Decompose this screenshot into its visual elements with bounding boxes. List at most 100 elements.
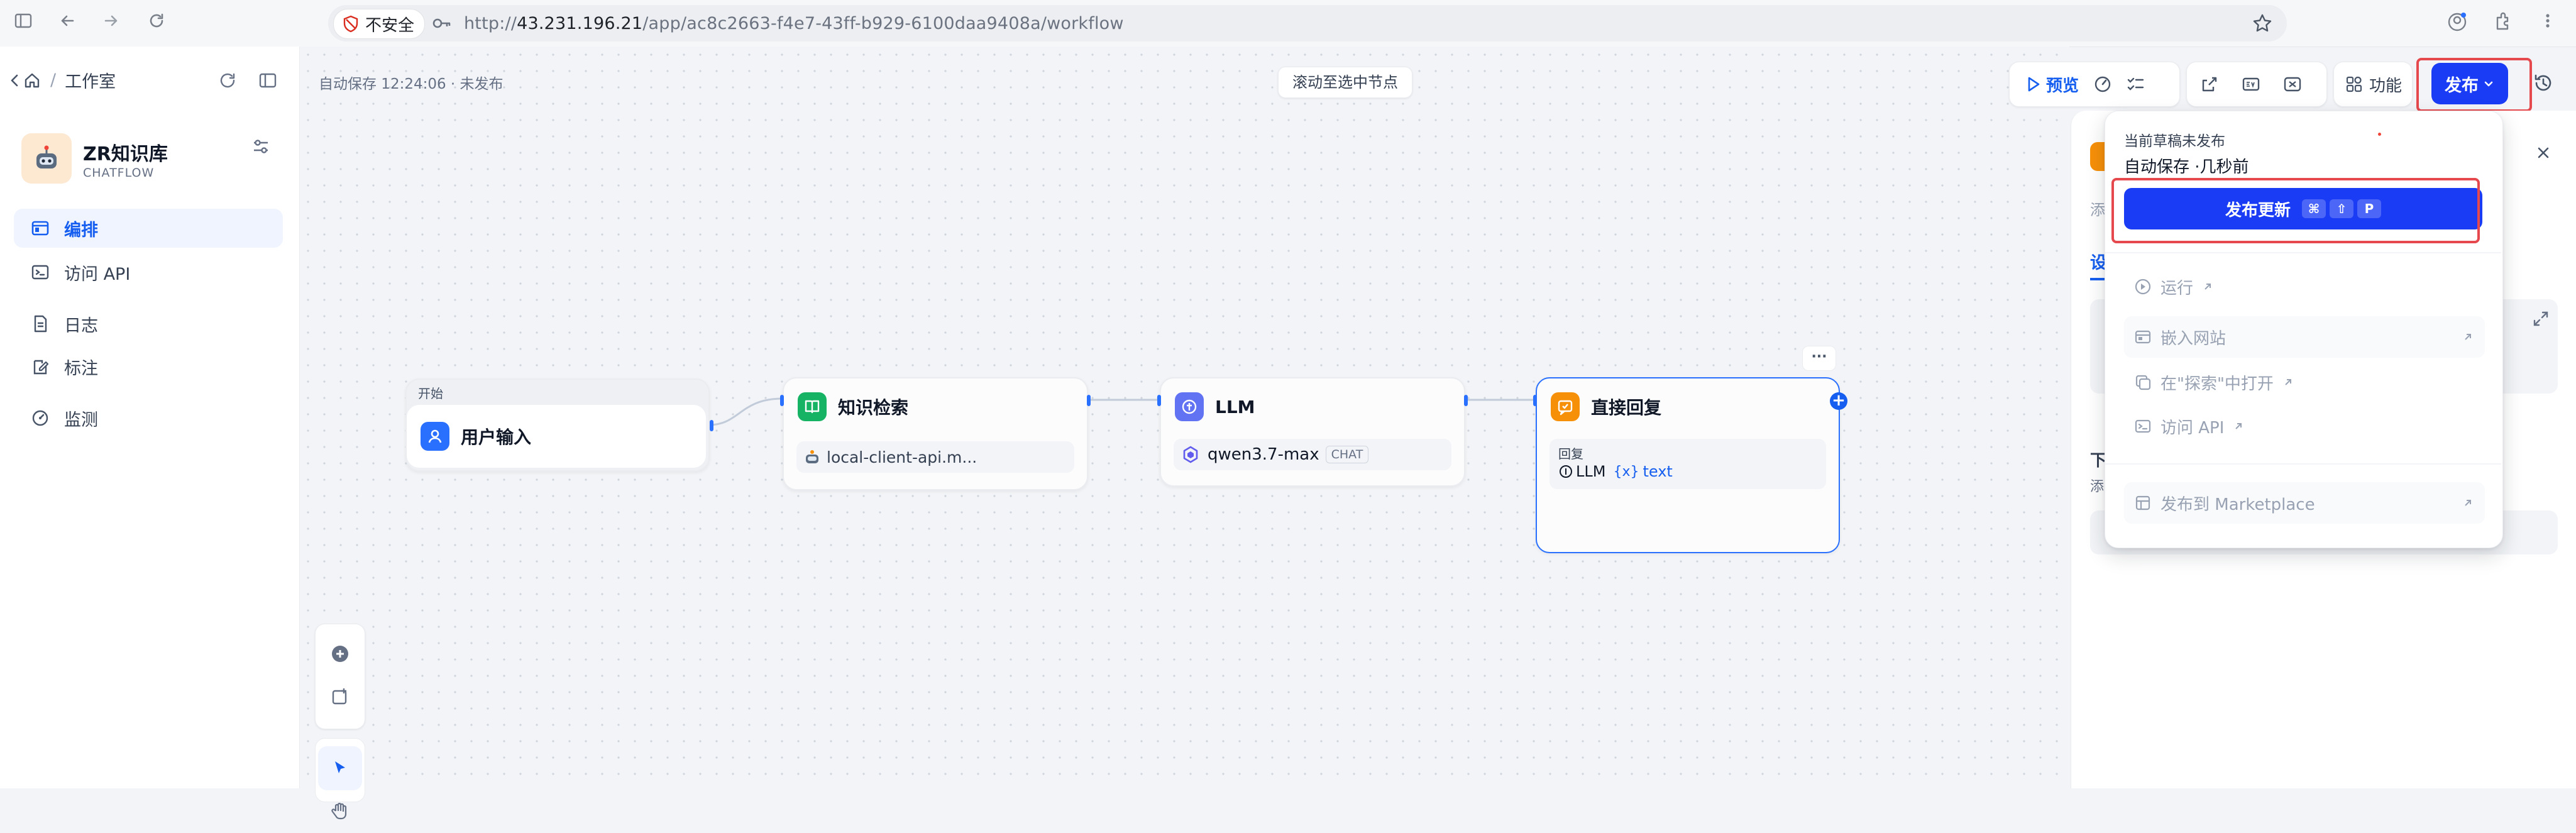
llm-output-handle[interactable]: [1464, 395, 1468, 406]
preview-toolbar-group: 预览: [2009, 62, 2180, 107]
breadcrumb-studio[interactable]: 工作室: [65, 68, 116, 92]
answer-variable-chip[interactable]: LLM {x} text: [1558, 463, 1673, 480]
pointer-mode-icon[interactable]: [318, 746, 362, 790]
knowledge-retrieval-node[interactable]: 知识检索 local-client-api.m...: [780, 377, 1091, 490]
workflow-canvas[interactable]: 自动保存 12:24:06 · 未发布 滚动至选中节点 开始 用户输入 知识检索: [300, 47, 2069, 820]
answer-node-header: 直接回复: [1551, 392, 1661, 421]
forward-arrow-icon[interactable]: [99, 11, 123, 35]
close-panel-icon[interactable]: [2534, 143, 2553, 165]
answer-field[interactable]: 回复 LLM {x} text: [1549, 439, 1826, 489]
sidebar-item-annotations[interactable]: 标注: [14, 347, 283, 386]
features-grid-icon: [2345, 75, 2363, 93]
knowledge-node-title: 知识检索: [838, 397, 909, 418]
sidebar-item-logs[interactable]: 日志: [14, 304, 283, 343]
sidebar-item-label: 监测: [64, 410, 98, 430]
insecure-badge[interactable]: 不安全: [333, 9, 426, 39]
chevron-left-icon[interactable]: [9, 72, 21, 89]
llm-input-handle[interactable]: [1157, 395, 1161, 406]
start-node[interactable]: 开始 用户输入: [405, 378, 713, 472]
autosave-info: 自动保存 ·几秒前: [2124, 158, 2249, 177]
features-button[interactable]: 功能: [2345, 73, 2402, 96]
home-icon[interactable]: [23, 71, 41, 90]
history-icon[interactable]: [2532, 72, 2555, 97]
answer-input-handle[interactable]: [1533, 395, 1537, 406]
node-more-button[interactable]: ···: [1802, 346, 1836, 371]
external-arrow-icon: [2202, 281, 2213, 292]
llm-model-row[interactable]: qwen3.7-max CHAT: [1174, 439, 1451, 470]
llm-node-header: LLM: [1175, 392, 1255, 421]
menu-divider: [2105, 252, 2501, 253]
llm-model-badge: CHAT: [1325, 446, 1369, 463]
add-note-icon[interactable]: [318, 675, 362, 719]
sidebar-item-label: 编排: [64, 220, 98, 240]
app-sidebar: / 工作室 ZR知识库 CHATFLOW 编排 访问 API 日志 标注 监测: [0, 47, 300, 788]
env-toolbar-group: [2186, 62, 2327, 107]
app-settings-icon[interactable]: [250, 136, 272, 160]
robot-icon: [804, 449, 820, 465]
menu-explore-label: 在"探索"中打开: [2160, 374, 2274, 394]
external-arrow-icon: [2462, 497, 2474, 509]
llm-model-name: qwen3.7-max: [1208, 445, 1319, 464]
back-arrow-icon[interactable]: [55, 11, 79, 35]
conversation-variables-icon[interactable]: [2282, 74, 2303, 94]
direct-answer-node[interactable]: 直接回复 回复 LLM {x} text +: [1533, 377, 1847, 553]
app-avatar: [21, 133, 72, 184]
checklist-gauge-icon[interactable]: [2093, 74, 2113, 94]
url-text[interactable]: http://43.231.196.21/app/ac8c2663-f4e7-4…: [464, 14, 1124, 33]
url-prefix: http://: [464, 14, 517, 33]
document-icon: [30, 314, 50, 334]
sidebar-item-monitoring[interactable]: 监测: [14, 399, 283, 438]
status-dot: [2378, 133, 2381, 136]
hand-mode-icon[interactable]: [318, 789, 362, 833]
book-icon: [798, 392, 827, 421]
answer-var-source: LLM: [1576, 463, 1606, 480]
address-bar[interactable]: 不安全 http://43.231.196.21/app/ac8c2663-f4…: [328, 5, 2287, 41]
sidebar-item-api[interactable]: 访问 API: [14, 253, 283, 292]
user-input-icon: [421, 422, 449, 451]
expand-icon[interactable]: [2531, 309, 2550, 331]
menu-publish-marketplace[interactable]: 发布到 Marketplace: [2124, 482, 2485, 524]
sidebar-item-orchestrate[interactable]: 编排: [14, 209, 283, 248]
knowledge-dataset-name: local-client-api.m...: [827, 448, 977, 466]
env-variables-icon[interactable]: [2241, 74, 2261, 94]
add-node-icon[interactable]: [318, 632, 362, 676]
profile-icon[interactable]: [2445, 11, 2469, 35]
menu-run[interactable]: 运行: [2124, 266, 2485, 307]
key-icon[interactable]: [431, 13, 453, 36]
llm-node[interactable]: LLM qwen3.7-max CHAT: [1157, 377, 1468, 487]
reload-icon[interactable]: [145, 11, 168, 35]
start-output-handle[interactable]: [710, 420, 713, 431]
checklist-icon[interactable]: [2125, 74, 2145, 94]
preview-button[interactable]: 预览: [2021, 68, 2084, 101]
answer-var-name: text: [1643, 463, 1673, 480]
extensions-icon[interactable]: [2491, 11, 2514, 35]
import-dsl-icon[interactable]: [2199, 74, 2220, 94]
start-node-body[interactable]: 用户输入: [407, 405, 706, 468]
url-path: /app/ac8c2663-f4e7-43ff-b929-6100daa9408…: [642, 14, 1124, 33]
terminal-icon: [30, 262, 50, 282]
breadcrumb-separator: /: [50, 70, 57, 90]
menu-access-api[interactable]: 访问 API: [2124, 405, 2485, 447]
menu-embed-label: 嵌入网站: [2160, 329, 2226, 348]
breadcrumb[interactable]: / 工作室: [9, 68, 116, 92]
knowledge-dataset-row[interactable]: local-client-api.m...: [796, 441, 1074, 473]
menu-open-in-explore[interactable]: 在"探索"中打开: [2124, 361, 2485, 403]
app-name: ZR知识库: [83, 143, 168, 165]
menu-embed-website[interactable]: 嵌入网站: [2124, 316, 2485, 358]
knowledge-node-header: 知识检索: [798, 392, 908, 421]
canvas-mode-group: [315, 738, 365, 820]
knowledge-input-handle[interactable]: [780, 395, 784, 406]
collapse-sidebar-icon[interactable]: [258, 70, 278, 93]
llm-variable-icon: [1558, 464, 1573, 479]
draft-status: 当前草稿未发布: [2124, 133, 2225, 150]
knowledge-output-handle[interactable]: [1087, 395, 1091, 406]
add-next-node-icon[interactable]: +: [1830, 392, 1847, 410]
llm-brain-icon: [1175, 392, 1204, 421]
insecure-label: 不安全: [365, 16, 415, 35]
bookmark-star-icon[interactable]: [2252, 13, 2273, 36]
more-menu-icon[interactable]: [2536, 11, 2560, 35]
sync-icon[interactable]: [217, 70, 238, 93]
edit-note-icon: [30, 356, 50, 377]
sidebar-toggle-icon[interactable]: [11, 11, 35, 35]
sidebar-item-label: 访问 API: [64, 264, 131, 284]
